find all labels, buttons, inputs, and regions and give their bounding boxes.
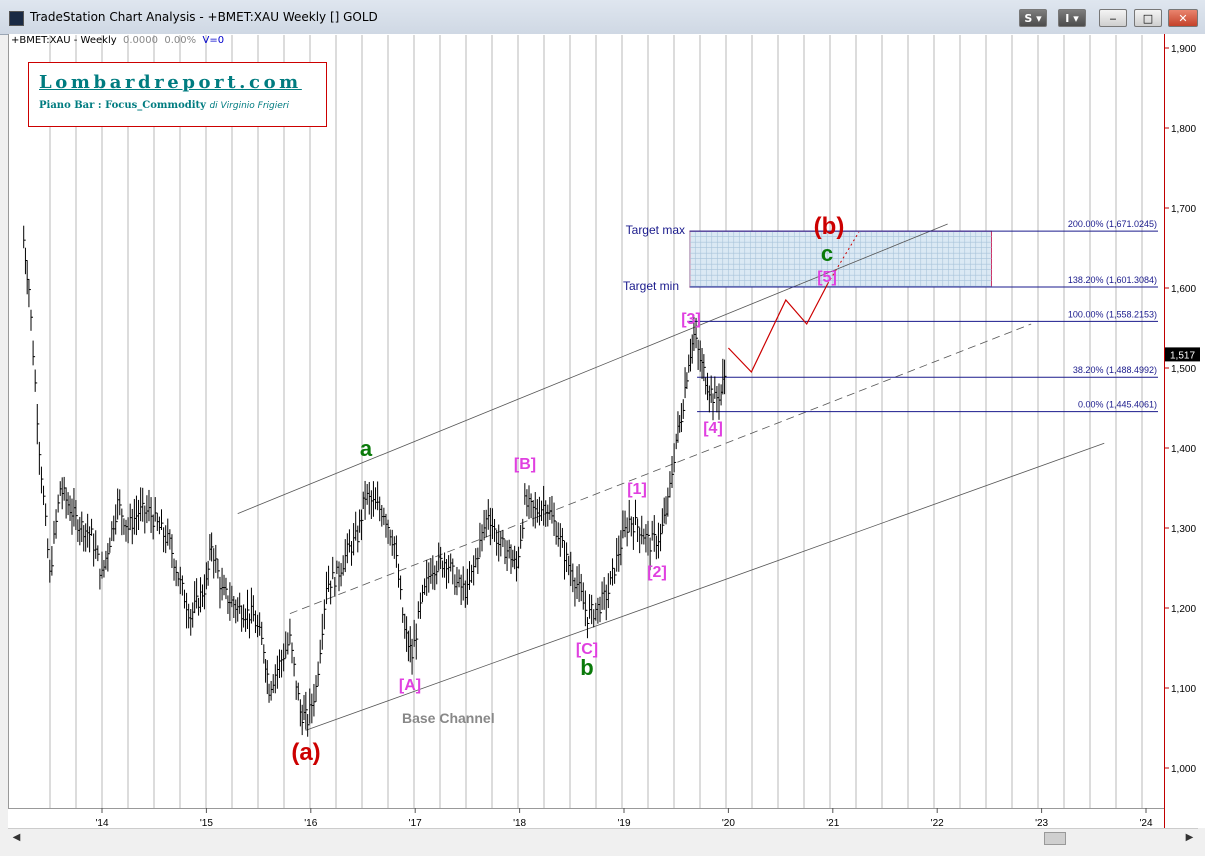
time-axis-label: '21 (826, 818, 839, 829)
price-axis-label: 1,800 (1171, 124, 1196, 135)
time-axis-label: '20 (722, 818, 735, 829)
wave-label-4: [4] (703, 420, 723, 437)
time-axis-label: '19 (617, 818, 630, 829)
time-axis-label: '14 (95, 818, 108, 829)
fib-level-label: 138.20% (1,601.3084) (1068, 275, 1157, 285)
logo-author: di Virginio Frigieri (209, 101, 289, 111)
wave-label-2: [2] (647, 564, 667, 581)
price-axis-label: 1,700 (1171, 204, 1196, 215)
price-axis-label: 1,500 (1171, 364, 1196, 375)
logo-subtitle: Piano Bar : Focus_Commodity di Virginio … (39, 100, 289, 111)
lombardreport-logo: Lombardreport.com Piano Bar : Focus_Comm… (28, 62, 327, 127)
price-axis-label: 1,000 (1171, 764, 1196, 775)
last-price-label: 1,517 (1170, 350, 1195, 361)
wave-label-c-small: c (821, 241, 833, 266)
target-min-label: Target min (623, 279, 679, 293)
wave-label-C: [C] (576, 641, 598, 658)
fib-level-label: 100.00% (1,558.2153) (1068, 309, 1157, 319)
time-axis-label: '17 (409, 818, 422, 829)
time-axis-label: '23 (1035, 818, 1048, 829)
wave-label-A: [A] (399, 677, 421, 694)
time-axis-label: '15 (200, 818, 213, 829)
fib-level-label: 38.20% (1,488.4992) (1073, 365, 1157, 375)
fib-level-label: 0.00% (1,445.4061) (1078, 400, 1157, 410)
volume-label: V=0 (202, 35, 225, 46)
change-percent: 0.00% (164, 35, 197, 46)
price-axis-label: 1,400 (1171, 444, 1196, 455)
price-axis-label: 1,900 (1171, 44, 1196, 55)
base-channel-label: Base Channel (402, 710, 495, 726)
wave-label-5: [5] (817, 269, 837, 286)
wave-label-B: [B] (514, 456, 536, 473)
time-axis-label: '18 (513, 818, 526, 829)
wave-label-a-big: (a) (291, 739, 320, 766)
logo-subtitle-text: Piano Bar : Focus_Commodity (39, 100, 206, 111)
price-chart: 1,900 1,800 1,700 1,600 1,500 1,400 1,300 1,200… (23, 35, 1200, 829)
wave-label-1: [1] (627, 481, 647, 498)
target-max-label: Target max (626, 223, 685, 237)
change-value: 0.0000 (123, 35, 158, 46)
time-axis-label: '16 (304, 818, 317, 829)
logo-title: Lombardreport.com (39, 72, 302, 93)
time-axis-label: '22 (931, 818, 944, 829)
wave-label-3: [3] (681, 311, 701, 328)
price-axis-label: 1,100 (1171, 684, 1196, 695)
channel-upper-line (237, 223, 948, 514)
wave-label-b-small: b (580, 655, 593, 680)
fib-level-label: 200.00% (1,671.0245) (1068, 219, 1157, 229)
price-axis-label: 1,600 (1171, 284, 1196, 295)
chart-header: +BMET:XAU - Weekly 0.0000 0.00% V=0 (11, 35, 224, 46)
wave-label-b-big: (b) (814, 213, 845, 240)
time-axis-label: '24 (1139, 818, 1152, 829)
price-axis-label: 1,300 (1171, 524, 1196, 535)
price-axis-label: 1,200 (1171, 604, 1196, 615)
symbol-label: +BMET:XAU - Weekly (11, 35, 117, 46)
wave-label-a-small: a (360, 436, 373, 461)
